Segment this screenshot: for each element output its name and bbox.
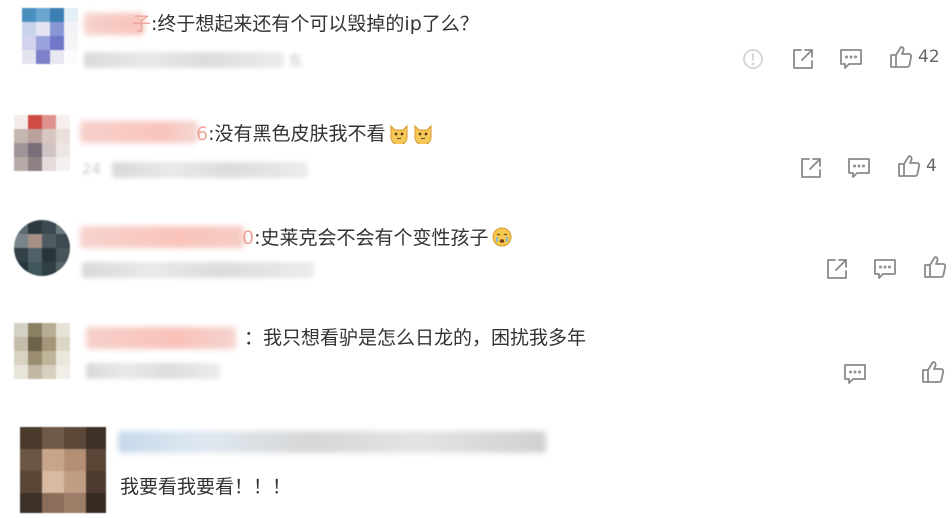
cat-face-emoji xyxy=(388,122,410,146)
avatar[interactable] xyxy=(14,323,70,379)
comment-meta-visible: 东 xyxy=(288,52,304,70)
like-button[interactable]: 42 xyxy=(888,44,940,70)
username-blurred[interactable] xyxy=(80,226,244,248)
avatar[interactable] xyxy=(22,8,78,64)
comment-item: 我要看我要看！！！ xyxy=(0,415,952,518)
share-icon xyxy=(801,158,821,178)
reply-button[interactable] xyxy=(872,256,898,282)
share-button[interactable] xyxy=(824,256,850,282)
like-icon xyxy=(890,46,913,68)
username-visible[interactable]: 0 xyxy=(242,227,254,249)
reply-button[interactable] xyxy=(842,361,868,387)
comment-item: 子:终于想起来还有个可以毁掉的ip了么？ 东 42 xyxy=(0,0,952,100)
comment-icon xyxy=(874,259,896,279)
username-blurred[interactable] xyxy=(80,121,198,143)
like-count: 4 xyxy=(926,156,937,176)
like-icon xyxy=(924,256,947,278)
comment-text: 我要看我要看！！！ xyxy=(120,476,292,498)
like-count: 42 xyxy=(918,47,940,67)
comment-item: ：我只想看驴是怎么日龙的，困扰我多年 xyxy=(0,315,952,410)
comment-meta-blurred xyxy=(84,52,284,68)
like-button[interactable] xyxy=(922,254,948,280)
reply-button[interactable] xyxy=(846,155,872,181)
report-button[interactable] xyxy=(740,46,766,72)
share-icon xyxy=(793,49,813,69)
comment-item: 6:没有黑色皮肤我不看 24 4 xyxy=(0,105,952,205)
avatar[interactable] xyxy=(20,427,106,513)
comment-meta-visible: 24 xyxy=(82,160,102,178)
like-icon xyxy=(922,361,945,383)
comment-icon xyxy=(840,49,862,69)
comment-text: 0:史莱克会不会有个变性孩子 xyxy=(242,226,513,250)
reply-button[interactable] xyxy=(838,46,864,72)
like-icon xyxy=(898,155,921,177)
crying-face-emoji xyxy=(491,226,513,248)
comment-meta-blurred xyxy=(86,363,220,379)
comment-item: 0:史莱克会不会有个变性孩子 xyxy=(0,210,952,310)
comment-meta-blurred xyxy=(112,162,308,178)
share-button[interactable] xyxy=(790,46,816,72)
avatar[interactable] xyxy=(14,220,70,276)
username-visible[interactable]: 6 xyxy=(196,123,208,145)
comment-meta-blurred xyxy=(82,262,314,278)
like-button[interactable]: 4 xyxy=(896,153,937,179)
share-button[interactable] xyxy=(798,155,824,181)
comment-icon xyxy=(844,364,866,384)
comment-text: ：我只想看驴是怎么日龙的，困扰我多年 xyxy=(244,327,587,349)
comment-icon xyxy=(848,158,870,178)
avatar[interactable] xyxy=(14,115,70,171)
comment-text: 子:终于想起来还有个可以毁掉的ip了么？ xyxy=(132,13,479,35)
share-icon xyxy=(827,259,847,279)
username-blurred[interactable] xyxy=(118,431,546,453)
report-icon xyxy=(743,49,763,69)
username-visible[interactable]: 子 xyxy=(132,13,151,35)
comment-text: 6:没有黑色皮肤我不看 xyxy=(196,122,434,146)
username-blurred[interactable] xyxy=(86,327,236,349)
cat-face-emoji xyxy=(412,122,434,146)
like-button[interactable] xyxy=(920,359,946,385)
